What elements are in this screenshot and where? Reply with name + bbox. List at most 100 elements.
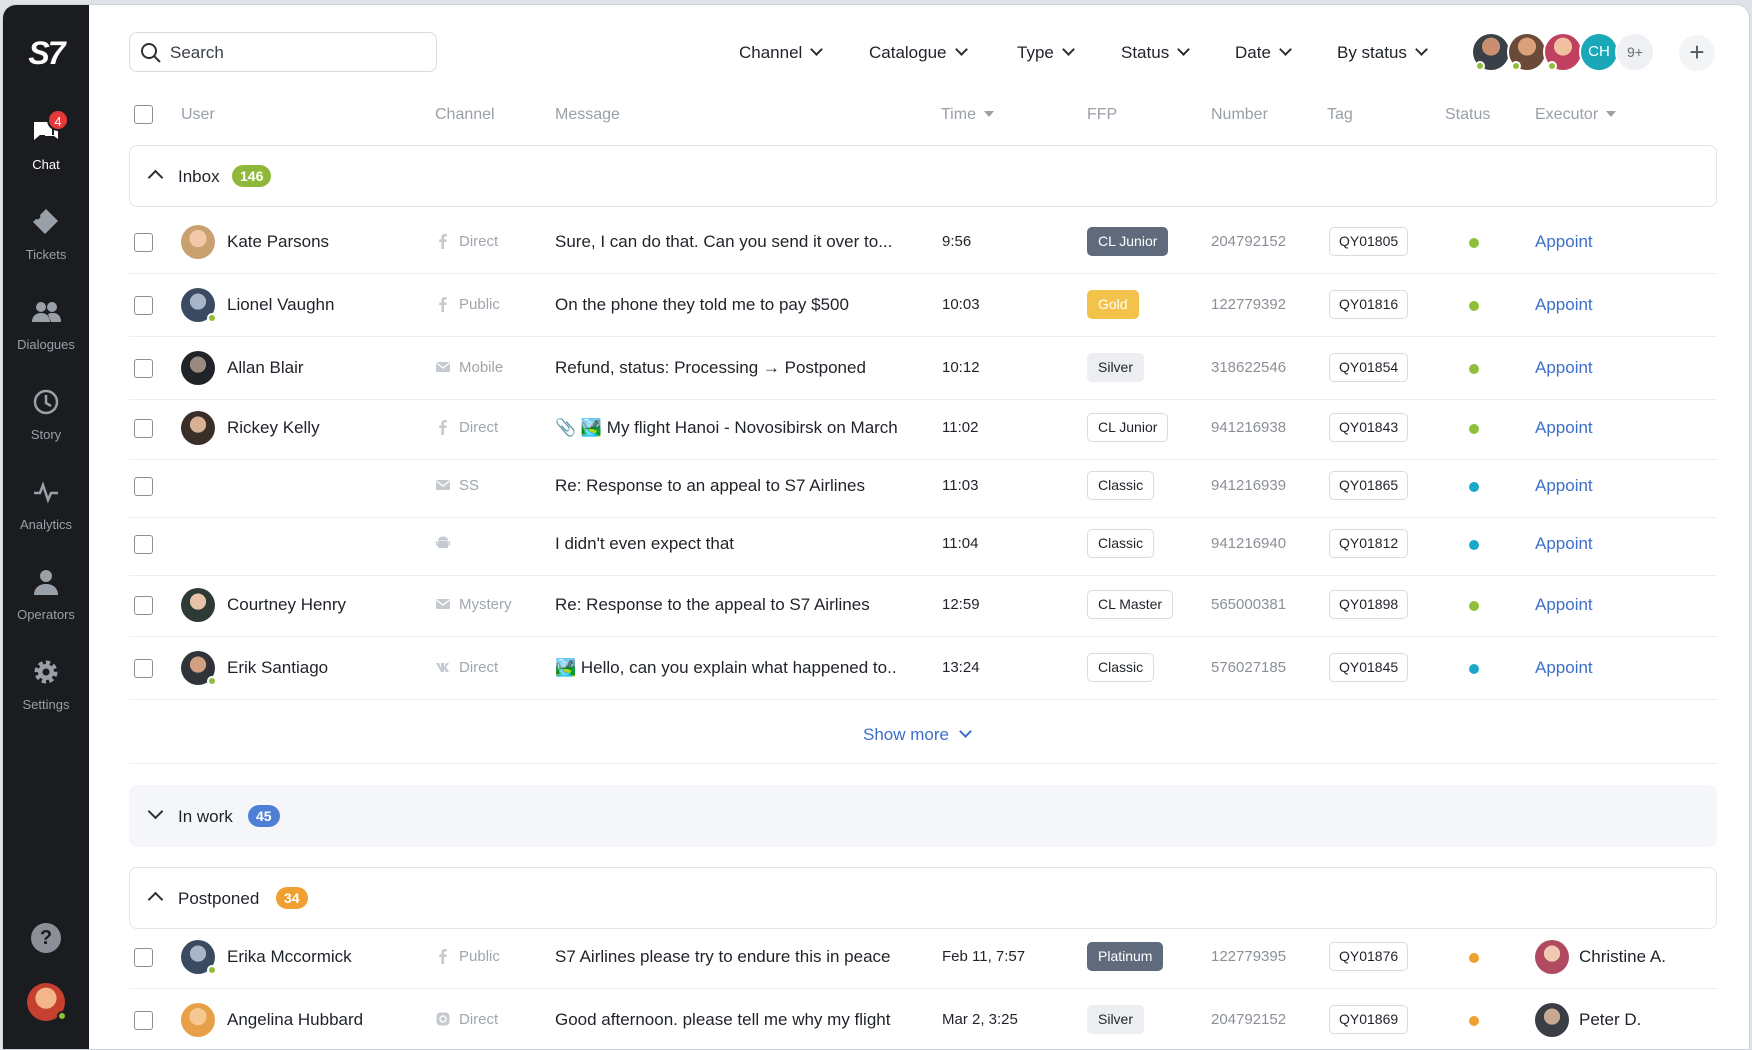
row-checkbox[interactable] <box>134 1011 153 1030</box>
table-row[interactable]: Erik Santiago Direct 🏞️ Hello, can you exp… <box>129 637 1717 700</box>
user-name[interactable]: Courtney Henry <box>227 595 346 615</box>
user-name[interactable]: Allan Blair <box>227 358 304 378</box>
table-row[interactable]: SS Re: Response to an appeal to S7 Airlin… <box>129 455 1717 518</box>
table-row[interactable]: I didn't even expect that 11:04 Classic 941… <box>129 513 1717 576</box>
table-row[interactable]: Rickey Kelly Direct 📎 🏞️ My flight Hanoi -… <box>129 397 1717 460</box>
column-channel[interactable]: Channel <box>435 106 495 124</box>
message-preview[interactable]: Refund, status: Processing → Postponed <box>555 358 915 378</box>
message-preview[interactable]: Re: Response to an appeal to S7 Airlines <box>555 476 915 496</box>
message-preview[interactable]: On the phone they told me to pay $500 <box>555 295 915 315</box>
executor-name[interactable]: Peter D. <box>1579 1010 1641 1030</box>
sidebar-item-settings[interactable]: Settings <box>3 657 89 737</box>
avatar[interactable] <box>181 651 217 686</box>
user-name[interactable]: Erika Mccormick <box>227 947 352 967</box>
column-time[interactable]: Time <box>941 106 994 124</box>
avatar[interactable] <box>181 940 217 975</box>
user-name[interactable]: Angelina Hubbard <box>227 1010 363 1030</box>
group-postponed[interactable]: Postponed 34 <box>129 867 1717 929</box>
table-row[interactable]: Erika Mccormick Public S7 Airlines please … <box>129 926 1717 989</box>
current-user-avatar[interactable] <box>27 983 67 1021</box>
table-row[interactable]: Angelina Hubbard Direct Good afternoon. pl… <box>129 989 1717 1049</box>
appoint-link[interactable]: Appoint <box>1535 534 1593 554</box>
sidebar-item-chat[interactable]: 4 Chat <box>3 109 89 197</box>
avatar[interactable] <box>181 1003 215 1037</box>
help-icon[interactable]: ? <box>31 923 61 953</box>
appoint-link[interactable]: Appoint <box>1535 595 1593 615</box>
search-input[interactable] <box>170 41 420 65</box>
avatar[interactable] <box>181 225 215 259</box>
appoint-link[interactable]: Appoint <box>1535 232 1593 252</box>
row-checkbox[interactable] <box>134 535 153 554</box>
show-more-button[interactable]: Show more <box>863 725 972 745</box>
user-name[interactable]: Erik Santiago <box>227 658 328 678</box>
tag-badge[interactable]: QY01816 <box>1329 290 1409 319</box>
add-button[interactable]: + <box>1679 35 1715 71</box>
group-inbox[interactable]: Inbox 146 <box>129 145 1717 207</box>
tag-badge[interactable]: QY01876 <box>1329 942 1409 971</box>
group-in-work[interactable]: In work 45 <box>129 785 1717 847</box>
user-name[interactable]: Lionel Vaughn <box>227 295 334 315</box>
tag-badge[interactable]: QY01845 <box>1329 653 1409 682</box>
sidebar-item-operators[interactable]: Operators <box>3 567 89 647</box>
avatar[interactable] <box>181 288 217 323</box>
table-row[interactable]: Kate Parsons Direct Sure, I can do that. C… <box>129 211 1717 274</box>
column-ffp[interactable]: FFP <box>1087 106 1117 124</box>
message-preview[interactable]: I didn't even expect that <box>555 534 915 554</box>
message-preview[interactable]: S7 Airlines please try to endure this in… <box>555 947 915 967</box>
column-status[interactable]: Status <box>1445 106 1490 124</box>
column-number[interactable]: Number <box>1211 106 1268 124</box>
appoint-link[interactable]: Appoint <box>1535 658 1593 678</box>
column-user[interactable]: User <box>181 106 215 124</box>
filter-status[interactable]: Status <box>1121 43 1191 63</box>
select-all-checkbox[interactable] <box>134 105 153 124</box>
row-checkbox[interactable] <box>134 659 153 678</box>
row-checkbox[interactable] <box>134 596 153 615</box>
tag-badge[interactable]: QY01843 <box>1329 413 1409 442</box>
message-preview[interactable]: 🏞️ Hello, can you explain what happened … <box>555 658 915 678</box>
avatar[interactable] <box>181 411 215 445</box>
appoint-link[interactable]: Appoint <box>1535 476 1593 496</box>
avatar[interactable] <box>1507 32 1547 72</box>
avatar[interactable] <box>1471 32 1511 72</box>
tag-badge[interactable]: QY01812 <box>1329 529 1409 558</box>
sidebar-item-story[interactable]: Story <box>3 387 89 467</box>
tag-badge[interactable]: QY01869 <box>1329 1005 1409 1034</box>
appoint-link[interactable]: Appoint <box>1535 418 1593 438</box>
appoint-link[interactable]: Appoint <box>1535 358 1593 378</box>
row-checkbox[interactable] <box>134 948 153 967</box>
message-preview[interactable]: Re: Response to the appeal to S7 Airline… <box>555 595 915 615</box>
message-preview[interactable]: Sure, I can do that. Can you send it ove… <box>555 232 915 252</box>
user-name[interactable]: Kate Parsons <box>227 232 329 252</box>
filter-type[interactable]: Type <box>1017 43 1075 63</box>
table-row[interactable]: Lionel Vaughn Public On the phone they tol… <box>129 274 1717 337</box>
tag-badge[interactable]: QY01805 <box>1329 227 1409 256</box>
more-avatars[interactable]: 9+ <box>1615 32 1655 72</box>
avatar[interactable]: CH <box>1579 32 1619 72</box>
sidebar-item-tickets[interactable]: Tickets <box>3 207 89 287</box>
filter-by-status[interactable]: By status <box>1337 43 1428 63</box>
filter-date[interactable]: Date <box>1235 43 1292 63</box>
row-checkbox[interactable] <box>134 477 153 496</box>
avatar[interactable] <box>181 351 215 385</box>
column-executor[interactable]: Executor <box>1535 106 1617 124</box>
column-tag[interactable]: Tag <box>1327 106 1353 124</box>
user-name[interactable]: Rickey Kelly <box>227 418 320 438</box>
table-row[interactable]: Courtney Henry Mystery Re: Response to the… <box>129 574 1717 637</box>
sidebar-item-dialogues[interactable]: Dialogues <box>3 297 89 377</box>
row-checkbox[interactable] <box>134 419 153 438</box>
sidebar-item-analytics[interactable]: Analytics <box>3 477 89 557</box>
row-checkbox[interactable] <box>134 233 153 252</box>
avatar[interactable] <box>1543 32 1583 72</box>
executor-name[interactable]: Christine A. <box>1579 947 1666 967</box>
table-row[interactable]: Allan Blair Mobile Refund, status: Process… <box>129 337 1717 400</box>
message-preview[interactable]: Good afternoon. please tell me why my fl… <box>555 1010 915 1030</box>
appoint-link[interactable]: Appoint <box>1535 295 1593 315</box>
filter-channel[interactable]: Channel <box>739 43 824 63</box>
tag-badge[interactable]: QY01854 <box>1329 353 1409 382</box>
tag-badge[interactable]: QY01865 <box>1329 471 1409 500</box>
avatar[interactable] <box>181 588 215 622</box>
search-box[interactable] <box>129 32 437 72</box>
tag-badge[interactable]: QY01898 <box>1329 590 1409 619</box>
row-checkbox[interactable] <box>134 359 153 378</box>
filter-catalogue[interactable]: Catalogue <box>869 43 968 63</box>
